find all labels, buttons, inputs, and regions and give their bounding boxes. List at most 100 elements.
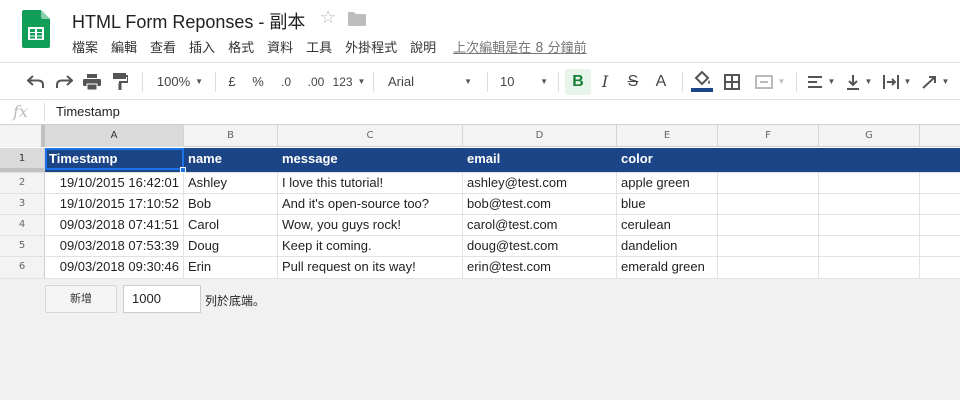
cell-color[interactable]: cerulean (617, 215, 718, 235)
vertical-align-icon[interactable]: ▼ (842, 63, 876, 100)
select-all-corner[interactable] (0, 125, 45, 147)
row-number[interactable]: 3 (0, 194, 45, 214)
chevron-down-icon: ▼ (777, 77, 786, 86)
cell-empty[interactable] (819, 194, 920, 214)
chevron-down-icon: ▼ (464, 77, 472, 86)
header-cell-color[interactable]: color (617, 148, 718, 172)
cell-empty[interactable] (718, 194, 819, 214)
zoom-select[interactable]: 100% ▼ (152, 63, 208, 100)
menu-data[interactable]: 資料 (267, 37, 293, 56)
cell-name[interactable]: Doug (184, 236, 278, 256)
italic-button[interactable]: I (594, 63, 616, 100)
cell-email[interactable]: doug@test.com (463, 236, 617, 256)
cell-message[interactable]: Keep it coming. (278, 236, 463, 256)
cell-message[interactable]: Pull request on its way! (278, 257, 463, 278)
print-icon[interactable] (80, 63, 104, 100)
menu-help[interactable]: 說明 (410, 37, 436, 56)
cell-empty[interactable] (718, 215, 819, 235)
cell-timestamp[interactable]: 09/03/2018 07:41:51 (45, 215, 184, 235)
undo-icon[interactable] (24, 63, 48, 100)
text-rotation-icon[interactable]: ▼ (918, 63, 952, 100)
cell-email[interactable]: bob@test.com (463, 194, 617, 214)
rows-count-input[interactable]: 1000 (123, 285, 201, 313)
cell-name[interactable]: Bob (184, 194, 278, 214)
text-color-button[interactable]: A (650, 63, 672, 100)
add-rows-button[interactable]: 新增 (45, 285, 117, 313)
column-header-d[interactable]: D (463, 125, 617, 147)
cell-email[interactable]: ashley@test.com (463, 173, 617, 193)
cell-color[interactable]: dandelion (617, 236, 718, 256)
cell-empty[interactable] (819, 215, 920, 235)
column-header-c[interactable]: C (278, 125, 463, 147)
cell-empty[interactable] (819, 173, 920, 193)
menu-addons[interactable]: 外掛程式 (345, 37, 397, 56)
header-cell-email[interactable]: email (463, 148, 617, 172)
cell-empty[interactable] (718, 257, 819, 278)
cell-empty[interactable] (718, 173, 819, 193)
cell-empty[interactable] (819, 257, 920, 278)
column-header-b[interactable]: B (184, 125, 278, 147)
cell-name[interactable]: Carol (184, 215, 278, 235)
font-select[interactable]: Arial ▼ (380, 63, 480, 100)
merge-cells-icon[interactable]: ▼ (750, 63, 790, 100)
cell-timestamp[interactable]: 19/10/2015 17:10:52 (45, 194, 184, 214)
cell-email[interactable]: carol@test.com (463, 215, 617, 235)
cell-empty[interactable] (819, 236, 920, 256)
cell-timestamp[interactable]: 19/10/2015 16:42:01 (45, 173, 184, 193)
menu-view[interactable]: 查看 (150, 37, 176, 56)
redo-icon[interactable] (52, 63, 76, 100)
menu-insert[interactable]: 插入 (189, 37, 215, 56)
menu-file[interactable]: 檔案 (72, 37, 98, 56)
star-icon[interactable]: ☆ (320, 7, 336, 28)
last-edit-link[interactable]: 上次編輯是在 8 分鐘前 (453, 37, 587, 56)
cell-email[interactable]: erin@test.com (463, 257, 617, 278)
add-rows-area: 新增 1000 列於底端。 (0, 279, 960, 400)
row-number[interactable]: 6 (0, 257, 45, 278)
more-formats-button[interactable]: 123 ▼ (332, 63, 366, 100)
row-number[interactable]: 2 (0, 173, 45, 193)
header-fill-empty[interactable] (718, 148, 960, 172)
header-cell-name[interactable]: name (184, 148, 278, 172)
cell-color[interactable]: emerald green (617, 257, 718, 278)
cell-timestamp[interactable]: 09/03/2018 07:53:39 (45, 236, 184, 256)
fill-handle[interactable] (180, 167, 186, 173)
table-row: 1 Timestamp name message email color (0, 148, 960, 173)
cell-message[interactable]: Wow, you guys rock! (278, 215, 463, 235)
menu-tools[interactable]: 工具 (306, 37, 332, 56)
increase-decimal-button[interactable]: .00 (302, 63, 330, 100)
row-number[interactable]: 5 (0, 236, 45, 256)
cell-timestamp[interactable]: 09/03/2018 09:30:46 (45, 257, 184, 278)
sheets-logo-icon[interactable] (22, 10, 50, 48)
column-header-g[interactable]: G (819, 125, 920, 147)
column-header-f[interactable]: F (718, 125, 819, 147)
document-title[interactable]: HTML Form Reponses - 副本 (72, 8, 305, 34)
bold-button[interactable]: B (565, 69, 591, 95)
fill-color-icon[interactable] (690, 63, 714, 100)
folder-icon[interactable] (348, 12, 366, 26)
paint-format-icon[interactable] (108, 63, 132, 100)
font-size-select[interactable]: 10 ▼ (494, 63, 554, 100)
cell-name[interactable]: Erin (184, 257, 278, 278)
header-cell-message[interactable]: message (278, 148, 463, 172)
cell-empty[interactable] (718, 236, 819, 256)
currency-format-button[interactable]: £ (222, 63, 242, 100)
formula-input[interactable]: Timestamp (56, 104, 120, 119)
cell-color[interactable]: blue (617, 194, 718, 214)
strikethrough-button[interactable]: S (622, 63, 644, 100)
row-number[interactable]: 1 (0, 148, 45, 172)
horizontal-align-icon[interactable]: ▼ (804, 63, 838, 100)
header-cell-timestamp[interactable]: Timestamp (45, 148, 184, 172)
menu-edit[interactable]: 編輯 (111, 37, 137, 56)
menu-format[interactable]: 格式 (228, 37, 254, 56)
column-header-a[interactable]: A (45, 125, 184, 147)
cell-message[interactable]: And it's open-source too? (278, 194, 463, 214)
column-header-e[interactable]: E (617, 125, 718, 147)
percent-format-button[interactable]: % (248, 63, 268, 100)
cell-color[interactable]: apple green (617, 173, 718, 193)
text-wrap-icon[interactable]: ▼ (880, 63, 914, 100)
row-number[interactable]: 4 (0, 215, 45, 235)
cell-message[interactable]: I love this tutorial! (278, 173, 463, 193)
decrease-decimal-button[interactable]: .0 (274, 63, 298, 100)
cell-name[interactable]: Ashley (184, 173, 278, 193)
borders-icon[interactable] (720, 63, 744, 100)
